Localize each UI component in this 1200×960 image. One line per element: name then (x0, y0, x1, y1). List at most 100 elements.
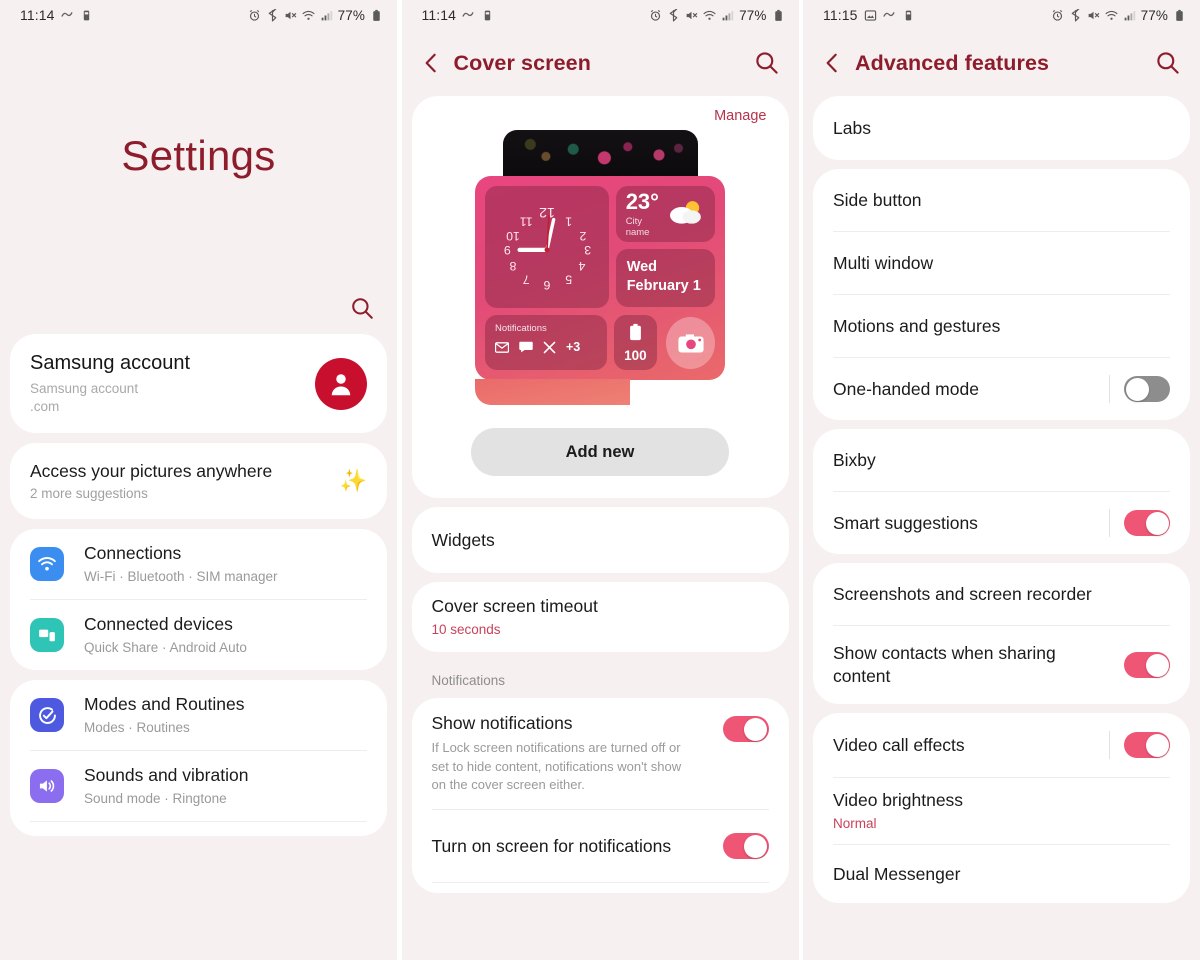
show-notifications-description: If Lock screen notifications are turned … (431, 739, 682, 793)
sidebar-item-connected-devices[interactable]: Connected devices Quick Share · Android … (10, 600, 387, 670)
sidebar-item-video-brightness[interactable]: Video brightness Normal (813, 778, 1190, 844)
date-full: February 1 (626, 277, 701, 294)
cover-screen-widget-preview[interactable]: 12 1 2 3 4 5 6 7 8 9 10 11 23° City name… (475, 130, 725, 406)
one-handed-mode-toggle[interactable] (1124, 376, 1170, 402)
show-contacts-title: Show contacts when sharing content (833, 643, 1056, 686)
toggle-separator (1109, 509, 1110, 537)
samsung-account-card[interactable]: Samsung account Samsung account .com (10, 334, 387, 434)
show-contacts-toggle[interactable] (1124, 652, 1170, 678)
widgets-text: Widgets (432, 529, 769, 552)
sidebar-item-multi-window[interactable]: Multi window (813, 232, 1190, 294)
connected-devices-icon (30, 618, 64, 653)
labs-title: Labs (833, 117, 871, 138)
status-time: 11:15 (823, 7, 858, 23)
video-call-effects-title: Video call effects (833, 734, 965, 755)
widgets-title: Widgets (431, 529, 495, 550)
svg-text:1: 1 (565, 215, 572, 229)
show-notifications-title: Show notifications (431, 713, 573, 733)
sounds-vibration-subtitle: Sound mode · Ringtone (84, 790, 227, 806)
samsung-account-sub-line2: .com (30, 398, 60, 414)
connections-title: Connections (84, 543, 182, 564)
battery-icon (772, 9, 785, 22)
suggestion-row[interactable]: Access your pictures anywhere 2 more sug… (10, 443, 387, 519)
sidebar-item-side-button[interactable]: Side button (813, 169, 1190, 231)
search-icon[interactable] (753, 49, 781, 77)
screenshots-recorder-title: Screenshots and screen recorder (833, 583, 1092, 604)
sidebar-item-dual-messenger[interactable]: Dual Messenger (813, 845, 1190, 903)
page-title: Cover screen (453, 50, 591, 75)
settings-search-button[interactable] (0, 282, 397, 334)
back-icon[interactable] (418, 50, 444, 76)
tools-icon (543, 341, 556, 354)
avatar[interactable] (315, 357, 367, 410)
multi-window-title: Multi window (833, 252, 934, 273)
battery-icon (1173, 9, 1186, 22)
samsung-account-title: Samsung account (30, 352, 191, 374)
labs-card: Labs (813, 96, 1190, 160)
sidebar-item-smart-suggestions[interactable]: Smart suggestions (813, 492, 1190, 554)
battery-icon (629, 323, 642, 346)
smart-suggestions-toggle[interactable] (1124, 510, 1170, 536)
show-notifications-toggle[interactable] (722, 716, 769, 742)
cover-screen-timeout-card[interactable]: Cover screen timeout 10 seconds (411, 582, 789, 652)
widgets-row[interactable]: Widgets (412, 507, 789, 573)
suggestion-text: Access your pictures anywhere 2 more sug… (30, 461, 340, 501)
suggestion-subtitle: 2 more suggestions (30, 486, 148, 502)
signal-icon (1123, 9, 1136, 22)
modes-routines-subtitle: Modes · Routines (84, 719, 190, 735)
sidebar-item-video-call-effects[interactable]: Video call effects (813, 713, 1190, 777)
manage-button[interactable]: Manage (714, 108, 766, 124)
partly-cloudy-icon (665, 198, 705, 231)
sidebar-item-connections[interactable]: Connections Wi-Fi · Bluetooth · SIM mana… (10, 529, 387, 599)
call-wave-icon (462, 9, 475, 22)
sidebar-item-motions-gestures[interactable]: Motions and gestures (813, 295, 1190, 357)
bluetooth-icon (667, 8, 680, 22)
motions-gestures-text: Motions and gestures (833, 315, 1170, 338)
notifications-more-count: +3 (566, 340, 581, 354)
dual-messenger-text: Dual Messenger (833, 863, 1170, 886)
alarm-icon (248, 9, 261, 22)
sidebar-item-show-contacts-sharing[interactable]: Show contacts when sharing content (813, 626, 1190, 704)
video-call-effects-text: Video call effects (833, 734, 1101, 757)
battery-level: 100 (624, 347, 647, 363)
back-icon[interactable] (819, 50, 845, 76)
signal-icon (320, 9, 333, 22)
notifications-label: Notifications (495, 323, 547, 334)
camera-shortcut-button[interactable] (666, 316, 715, 369)
battery-icon (370, 9, 383, 22)
show-notifications-row[interactable]: Show notifications If Lock screen notifi… (412, 698, 789, 809)
modes-routines-text: Modes and Routines Modes · Routines (84, 693, 367, 737)
video-brightness-value: Normal (833, 815, 877, 831)
notifications-card: Show notifications If Lock screen notifi… (411, 698, 789, 894)
bluetooth-icon (266, 8, 279, 22)
sidebar-item-bixby[interactable]: Bixby (813, 429, 1190, 491)
sidebar-item-one-handed-mode[interactable]: One-handed mode (813, 358, 1190, 420)
widget-bottom-grid: Notifications +3 100 (485, 315, 715, 370)
sidebar-item-modes-routines[interactable]: Modes and Routines Modes · Routines (10, 680, 387, 750)
svg-text:3: 3 (584, 243, 591, 257)
battery-percent: 77% (337, 7, 365, 23)
sidebar-item-labs[interactable]: Labs (813, 96, 1190, 160)
wifi-status-icon (703, 9, 716, 22)
add-new-button[interactable]: Add new (471, 428, 729, 476)
sparkles-icon: ✨ (339, 468, 367, 494)
status-time: 11:14 (421, 7, 456, 23)
samsung-account-row[interactable]: Samsung account Samsung account .com (10, 334, 387, 433)
suggestion-card[interactable]: Access your pictures anywhere 2 more sug… (10, 443, 387, 520)
sidebar-item-screenshots-recorder[interactable]: Screenshots and screen recorder (813, 563, 1190, 625)
page-title: Settings (121, 132, 276, 179)
camera-icon (677, 333, 704, 353)
widgets-card[interactable]: Widgets (411, 507, 789, 573)
connections-group-card: Connections Wi-Fi · Bluetooth · SIM mana… (10, 529, 387, 671)
coffee-icon (481, 9, 494, 22)
video-brightness-text: Video brightness Normal (833, 789, 1170, 833)
cover-screen-timeout-row[interactable]: Cover screen timeout 10 seconds (412, 582, 789, 652)
mute-icon (1087, 9, 1100, 22)
turn-on-screen-toggle[interactable] (722, 833, 769, 860)
turn-on-screen-row[interactable]: Turn on screen for notifications (412, 810, 789, 882)
sharing-card: Screenshots and screen recorder Show con… (813, 563, 1190, 704)
dual-messenger-title: Dual Messenger (833, 863, 961, 884)
search-icon[interactable] (1154, 49, 1182, 77)
video-call-effects-toggle[interactable] (1124, 732, 1170, 758)
sidebar-item-sounds-vibration[interactable]: Sounds and vibration Sound mode · Ringto… (10, 751, 387, 821)
